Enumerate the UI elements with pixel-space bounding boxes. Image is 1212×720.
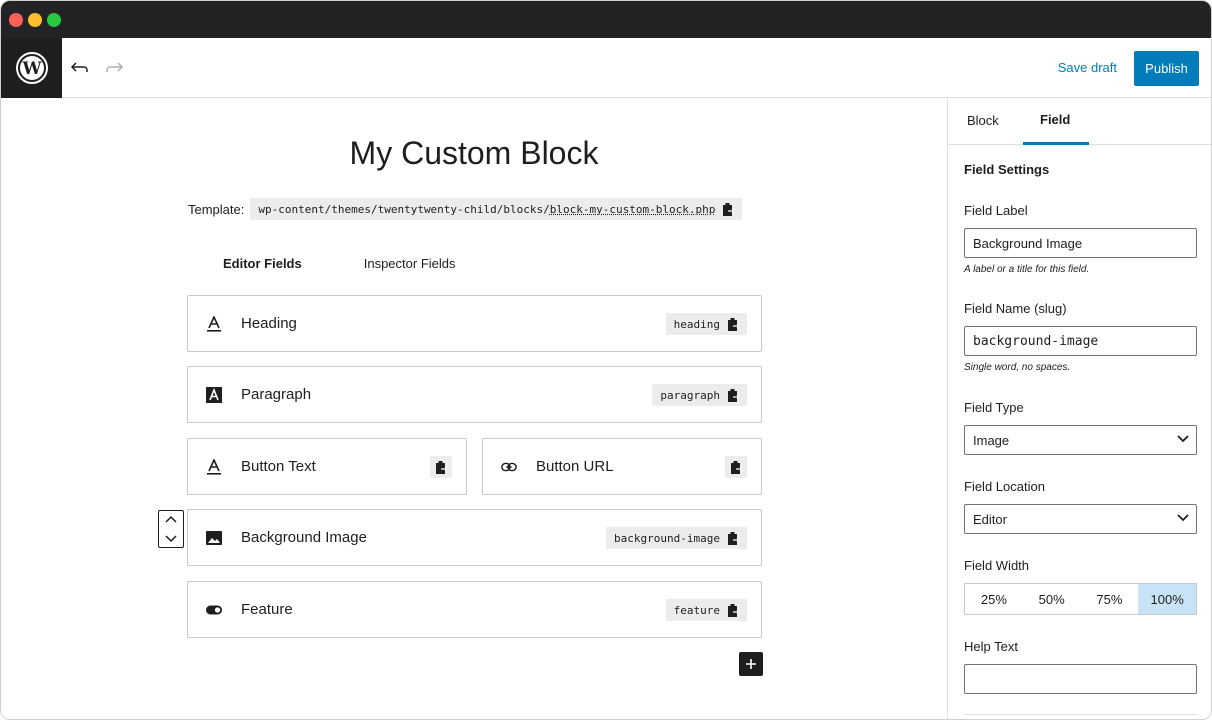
field-label-input[interactable]: Background Image (964, 228, 1197, 258)
window-titlebar (1, 1, 1211, 38)
width-option-50[interactable]: 50% (1023, 584, 1081, 614)
clipboard-icon[interactable] (430, 456, 452, 478)
clipboard-icon[interactable] (728, 317, 740, 331)
template-info: Template: wp-content/themes/twentytwenty… (188, 198, 743, 220)
clipboard-icon[interactable] (728, 603, 740, 617)
sidebar-tabs: Block Field (948, 98, 1211, 145)
field-row-button-text[interactable]: Button Text (187, 438, 467, 495)
minimize-window-button[interactable] (28, 13, 42, 27)
field-slug[interactable]: heading (665, 313, 747, 335)
field-label-label: Field Label (964, 203, 1028, 218)
field-row-heading[interactable]: Heading heading (187, 295, 762, 352)
width-option-25[interactable]: 25% (965, 584, 1023, 614)
width-option-75[interactable]: 75% (1081, 584, 1139, 614)
move-up-icon[interactable] (165, 515, 177, 523)
field-location-value: Editor (973, 511, 1007, 527)
field-label: Heading (241, 315, 297, 332)
move-down-icon[interactable] (165, 535, 177, 543)
field-row-paragraph[interactable]: Paragraph paragraph (187, 366, 762, 423)
width-option-100[interactable]: 100% (1138, 584, 1196, 614)
field-slug[interactable]: feature (665, 599, 747, 621)
clipboard-icon[interactable] (728, 531, 740, 545)
field-slug-text: paragraph (660, 388, 720, 402)
add-field-button[interactable] (739, 652, 763, 676)
field-row-feature[interactable]: Feature feature (187, 581, 762, 638)
tab-editor-fields[interactable]: Editor Fields (223, 256, 302, 271)
field-name-label: Field Name (slug) (964, 301, 1067, 316)
field-width-options: 25% 50% 75% 100% (964, 583, 1197, 615)
field-slug-text: feature (673, 603, 720, 617)
active-tab-indicator (1023, 142, 1089, 145)
field-type-label: Field Type (964, 400, 1024, 415)
tab-inspector-fields[interactable]: Inspector Fields (364, 256, 456, 271)
field-tabs: Editor Fields Inspector Fields (223, 256, 518, 271)
template-path[interactable]: wp-content/themes/twentytwenty-child/blo… (250, 198, 743, 220)
image-icon (206, 530, 222, 546)
field-row-background-image[interactable]: Background Image background-image (187, 509, 762, 566)
editor-header: W Save draft Publish (1, 38, 1211, 98)
link-icon (501, 459, 517, 475)
field-type-select[interactable]: Image (964, 425, 1197, 455)
maximize-window-button[interactable] (47, 13, 61, 27)
editor-canvas: My Custom Block Template: wp-content/the… (1, 98, 947, 719)
field-label: Button URL (536, 458, 614, 475)
app-window: W Save draft Publish My Custom Block Tem… (0, 0, 1212, 720)
field-label: Feature (241, 601, 293, 618)
tab-block[interactable]: Block (967, 113, 999, 128)
help-text-label: Help Text (964, 639, 1018, 654)
close-window-button[interactable] (9, 13, 23, 27)
clipboard-icon[interactable] (725, 456, 747, 478)
field-row-button-url[interactable]: Button URL (482, 438, 762, 495)
svg-text:W: W (21, 59, 42, 79)
sidebar-divider (964, 714, 1197, 715)
chevron-down-icon (1177, 514, 1189, 522)
settings-sidebar: Block Field Field Settings Field Label B… (947, 98, 1211, 719)
paragraph-icon (206, 387, 222, 403)
field-slug-text: background-image (614, 531, 720, 545)
field-name-help: Single word, no spaces. (964, 362, 1071, 373)
field-settings-heading: Field Settings (964, 162, 1050, 177)
field-slug[interactable]: background-image (606, 527, 747, 549)
block-movers (158, 510, 184, 548)
field-slug[interactable]: paragraph (652, 384, 747, 406)
field-width-label: Field Width (964, 558, 1030, 573)
template-path-file[interactable]: block-my-custom-block.php (550, 203, 716, 216)
publish-button[interactable]: Publish (1134, 51, 1199, 86)
help-text-input[interactable] (964, 664, 1197, 694)
undo-icon[interactable] (67, 56, 91, 80)
tab-field[interactable]: Field (1040, 112, 1070, 127)
wordpress-logo-icon[interactable]: W (1, 38, 62, 98)
clipboard-icon[interactable] (723, 202, 736, 216)
field-label-help: A label or a title for this field. (964, 264, 1090, 275)
field-location-label: Field Location (964, 479, 1045, 494)
field-slug-text: heading (673, 317, 720, 331)
clipboard-icon[interactable] (728, 388, 740, 402)
template-path-dir: wp-content/themes/twentytwenty-child/blo… (258, 202, 550, 216)
field-label: Button Text (241, 458, 316, 475)
field-type-value: Image (973, 432, 1010, 448)
block-title: My Custom Block (349, 135, 599, 171)
text-a-icon (206, 316, 222, 332)
plus-icon (746, 659, 756, 669)
template-label: Template: (188, 201, 245, 217)
save-draft-button[interactable]: Save draft (1058, 60, 1117, 75)
field-label: Background Image (241, 529, 367, 546)
chevron-down-icon (1177, 435, 1189, 443)
text-a-icon (206, 459, 222, 475)
toggle-icon (206, 602, 222, 618)
field-label: Paragraph (241, 386, 312, 403)
redo-icon[interactable] (103, 56, 127, 80)
field-name-input[interactable]: background-image (964, 326, 1197, 356)
field-location-select[interactable]: Editor (964, 504, 1197, 534)
